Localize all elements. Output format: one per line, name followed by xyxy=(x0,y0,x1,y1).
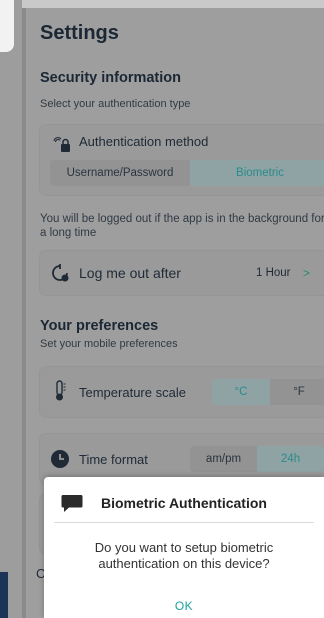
clock-icon xyxy=(50,449,70,472)
biometric-dialog: Biometric Authentication Do you want to … xyxy=(44,477,324,618)
timer-icon xyxy=(50,263,70,286)
logout-note: You will be logged out if the app is in … xyxy=(40,213,324,239)
logout-label: Log me out after xyxy=(79,265,181,281)
preferences-section-subtitle: Set your mobile preferences xyxy=(40,338,178,350)
logout-timer-row[interactable]: Log me out after 1 Hour > xyxy=(40,251,324,295)
fingerprint-lock-icon xyxy=(52,135,72,156)
dialog-title: Biometric Authentication xyxy=(101,495,267,511)
biometric-option[interactable]: Biometric xyxy=(190,160,324,186)
celsius-option[interactable]: °C xyxy=(212,379,270,405)
fahrenheit-option[interactable]: °F xyxy=(270,379,324,405)
thermometer-icon xyxy=(54,380,66,405)
ok-button[interactable]: OK xyxy=(44,599,324,613)
time-format-label: Time format xyxy=(79,452,148,467)
temperature-scale-card: Temperature scale °C °F xyxy=(40,367,324,417)
security-section-title: Security information xyxy=(40,70,181,86)
authentication-method-card: Authentication method Username/Password … xyxy=(40,125,324,195)
chevron-right-icon: > xyxy=(303,266,311,280)
chat-bubble-icon xyxy=(61,494,83,512)
authentication-type-toggle: Username/Password Biometric xyxy=(50,160,324,186)
page-title: Settings xyxy=(40,22,119,44)
temperature-scale-label: Temperature scale xyxy=(79,385,186,400)
temperature-scale-toggle: °C °F xyxy=(212,379,324,405)
preferences-section-title: Your preferences xyxy=(40,318,159,334)
username-password-option[interactable]: Username/Password xyxy=(50,160,190,186)
background-screen-strip xyxy=(0,0,22,618)
time-format-toggle: am/pm 24h xyxy=(190,446,324,472)
24h-option[interactable]: 24h xyxy=(257,446,324,472)
dialog-message: Do you want to setup biometric authentic… xyxy=(94,540,274,571)
background-button xyxy=(0,572,8,618)
am-pm-option[interactable]: am/pm xyxy=(190,446,257,472)
background-card xyxy=(0,0,14,52)
logout-value: 1 Hour xyxy=(256,267,291,279)
security-section-subtitle: Select your authentication type xyxy=(40,98,191,110)
authentication-method-label: Authentication method xyxy=(79,134,209,149)
dialog-divider xyxy=(54,522,314,523)
